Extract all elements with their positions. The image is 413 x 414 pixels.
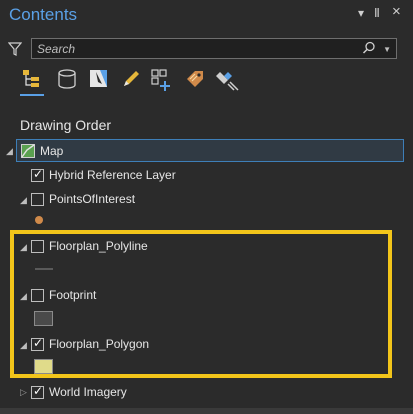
layer-visibility-checkbox[interactable]: ✓ bbox=[31, 167, 44, 182]
search-placeholder: Search bbox=[37, 42, 76, 56]
pane-title-bar: Contents ▾ Ⅱ × bbox=[0, 0, 413, 30]
map-icon bbox=[21, 144, 35, 163]
layer-row-hybrid-reference[interactable]: ✓ Hybrid Reference Layer bbox=[0, 165, 413, 187]
layer-visibility-checkbox[interactable] bbox=[31, 193, 44, 206]
drawing-order-heading: Drawing Order bbox=[20, 117, 112, 133]
layer-name: Map bbox=[40, 144, 64, 158]
search-icon[interactable] bbox=[362, 41, 376, 60]
close-icon[interactable]: × bbox=[392, 3, 401, 20]
list-by-perspective-imagery-icon[interactable] bbox=[216, 68, 240, 94]
layer-name: World Imagery bbox=[49, 385, 127, 399]
search-row: Search ▼ bbox=[0, 36, 413, 62]
list-by-data-source-icon[interactable] bbox=[56, 68, 80, 94]
annotation-highlight-box bbox=[10, 230, 392, 378]
horizontal-scrollbar[interactable] bbox=[0, 408, 413, 414]
layer-name: Hybrid Reference Layer bbox=[49, 168, 176, 182]
collapse-triangle-icon[interactable]: ◢ bbox=[20, 195, 27, 206]
search-options-chevron-icon[interactable]: ▼ bbox=[383, 45, 391, 54]
collapse-triangle-icon[interactable]: ◢ bbox=[6, 146, 13, 157]
list-by-editing-icon[interactable] bbox=[120, 68, 144, 94]
point-symbol-icon bbox=[35, 216, 43, 224]
layer-visibility-checkbox[interactable]: ✓ bbox=[31, 384, 44, 399]
expand-triangle-icon[interactable]: ▷ bbox=[20, 387, 27, 398]
layer-name: PointsOfInterest bbox=[49, 192, 136, 206]
pane-title: Contents bbox=[9, 5, 78, 24]
list-by-selection-icon[interactable] bbox=[88, 68, 112, 94]
layer-row-world-imagery[interactable]: ▷ ✓ World Imagery bbox=[0, 382, 413, 404]
search-input[interactable]: Search ▼ bbox=[31, 38, 397, 59]
list-by-snapping-icon[interactable] bbox=[150, 68, 174, 94]
layer-row-points-of-interest[interactable]: ◢ PointsOfInterest bbox=[0, 189, 413, 211]
filter-icon[interactable] bbox=[7, 42, 23, 61]
pin-icon[interactable]: Ⅱ bbox=[374, 6, 380, 20]
layer-row-map[interactable]: ◢ Map bbox=[0, 141, 413, 163]
list-by-labeling-icon[interactable] bbox=[184, 68, 208, 94]
pane-menu-icon[interactable]: ▾ bbox=[358, 6, 364, 20]
list-by-drawing-order-icon[interactable] bbox=[20, 68, 44, 96]
